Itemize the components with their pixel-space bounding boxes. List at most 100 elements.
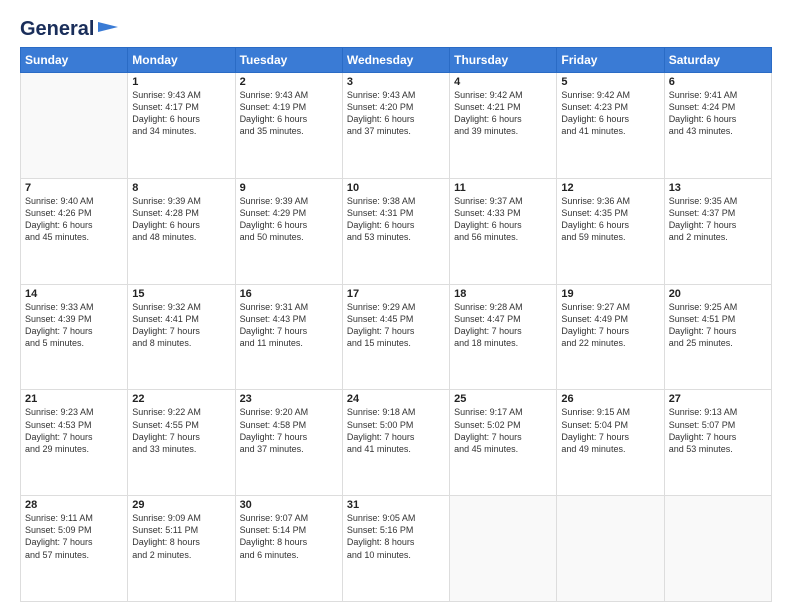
day-number: 25	[454, 393, 552, 405]
day-info: Sunrise: 9:33 AM Sunset: 4:39 PM Dayligh…	[25, 301, 123, 350]
calendar-cell: 30Sunrise: 9:07 AM Sunset: 5:14 PM Dayli…	[235, 496, 342, 602]
logo-flag-icon	[96, 22, 118, 38]
day-number: 15	[132, 288, 230, 300]
page-container: General SundayMondayTuesdayWednesdayThur…	[0, 0, 792, 612]
calendar-cell: 10Sunrise: 9:38 AM Sunset: 4:31 PM Dayli…	[342, 178, 449, 284]
calendar-cell: 11Sunrise: 9:37 AM Sunset: 4:33 PM Dayli…	[450, 178, 557, 284]
calendar-cell: 5Sunrise: 9:42 AM Sunset: 4:23 PM Daylig…	[557, 73, 664, 179]
calendar-week-2: 14Sunrise: 9:33 AM Sunset: 4:39 PM Dayli…	[21, 284, 772, 390]
day-number: 28	[25, 499, 123, 511]
calendar-week-0: 1Sunrise: 9:43 AM Sunset: 4:17 PM Daylig…	[21, 73, 772, 179]
calendar-cell: 9Sunrise: 9:39 AM Sunset: 4:29 PM Daylig…	[235, 178, 342, 284]
col-header-friday: Friday	[557, 48, 664, 73]
calendar-cell: 28Sunrise: 9:11 AM Sunset: 5:09 PM Dayli…	[21, 496, 128, 602]
day-info: Sunrise: 9:27 AM Sunset: 4:49 PM Dayligh…	[561, 301, 659, 350]
day-info: Sunrise: 9:35 AM Sunset: 4:37 PM Dayligh…	[669, 195, 767, 244]
day-number: 2	[240, 76, 338, 88]
day-number: 11	[454, 182, 552, 194]
calendar-cell: 7Sunrise: 9:40 AM Sunset: 4:26 PM Daylig…	[21, 178, 128, 284]
calendar-cell: 16Sunrise: 9:31 AM Sunset: 4:43 PM Dayli…	[235, 284, 342, 390]
day-info: Sunrise: 9:42 AM Sunset: 4:23 PM Dayligh…	[561, 89, 659, 138]
calendar-cell: 3Sunrise: 9:43 AM Sunset: 4:20 PM Daylig…	[342, 73, 449, 179]
calendar-cell: 17Sunrise: 9:29 AM Sunset: 4:45 PM Dayli…	[342, 284, 449, 390]
calendar-header-row: SundayMondayTuesdayWednesdayThursdayFrid…	[21, 48, 772, 73]
day-number: 23	[240, 393, 338, 405]
day-number: 30	[240, 499, 338, 511]
calendar-cell: 24Sunrise: 9:18 AM Sunset: 5:00 PM Dayli…	[342, 390, 449, 496]
calendar-cell: 21Sunrise: 9:23 AM Sunset: 4:53 PM Dayli…	[21, 390, 128, 496]
day-number: 16	[240, 288, 338, 300]
day-info: Sunrise: 9:18 AM Sunset: 5:00 PM Dayligh…	[347, 406, 445, 455]
day-info: Sunrise: 9:13 AM Sunset: 5:07 PM Dayligh…	[669, 406, 767, 455]
day-number: 31	[347, 499, 445, 511]
calendar-week-3: 21Sunrise: 9:23 AM Sunset: 4:53 PM Dayli…	[21, 390, 772, 496]
calendar-cell: 14Sunrise: 9:33 AM Sunset: 4:39 PM Dayli…	[21, 284, 128, 390]
day-number: 5	[561, 76, 659, 88]
day-info: Sunrise: 9:39 AM Sunset: 4:29 PM Dayligh…	[240, 195, 338, 244]
day-number: 22	[132, 393, 230, 405]
day-number: 13	[669, 182, 767, 194]
day-info: Sunrise: 9:39 AM Sunset: 4:28 PM Dayligh…	[132, 195, 230, 244]
calendar-cell: 12Sunrise: 9:36 AM Sunset: 4:35 PM Dayli…	[557, 178, 664, 284]
day-info: Sunrise: 9:23 AM Sunset: 4:53 PM Dayligh…	[25, 406, 123, 455]
calendar-cell: 4Sunrise: 9:42 AM Sunset: 4:21 PM Daylig…	[450, 73, 557, 179]
day-number: 24	[347, 393, 445, 405]
day-info: Sunrise: 9:20 AM Sunset: 4:58 PM Dayligh…	[240, 406, 338, 455]
day-info: Sunrise: 9:25 AM Sunset: 4:51 PM Dayligh…	[669, 301, 767, 350]
day-number: 7	[25, 182, 123, 194]
day-number: 27	[669, 393, 767, 405]
calendar-cell: 23Sunrise: 9:20 AM Sunset: 4:58 PM Dayli…	[235, 390, 342, 496]
day-number: 26	[561, 393, 659, 405]
col-header-sunday: Sunday	[21, 48, 128, 73]
calendar-cell	[450, 496, 557, 602]
day-info: Sunrise: 9:37 AM Sunset: 4:33 PM Dayligh…	[454, 195, 552, 244]
calendar-cell: 18Sunrise: 9:28 AM Sunset: 4:47 PM Dayli…	[450, 284, 557, 390]
calendar-cell: 19Sunrise: 9:27 AM Sunset: 4:49 PM Dayli…	[557, 284, 664, 390]
day-number: 14	[25, 288, 123, 300]
calendar-week-1: 7Sunrise: 9:40 AM Sunset: 4:26 PM Daylig…	[21, 178, 772, 284]
calendar-cell	[557, 496, 664, 602]
calendar-cell: 22Sunrise: 9:22 AM Sunset: 4:55 PM Dayli…	[128, 390, 235, 496]
col-header-monday: Monday	[128, 48, 235, 73]
day-info: Sunrise: 9:28 AM Sunset: 4:47 PM Dayligh…	[454, 301, 552, 350]
day-info: Sunrise: 9:22 AM Sunset: 4:55 PM Dayligh…	[132, 406, 230, 455]
calendar-cell: 8Sunrise: 9:39 AM Sunset: 4:28 PM Daylig…	[128, 178, 235, 284]
day-number: 19	[561, 288, 659, 300]
calendar-cell: 1Sunrise: 9:43 AM Sunset: 4:17 PM Daylig…	[128, 73, 235, 179]
day-number: 1	[132, 76, 230, 88]
day-number: 10	[347, 182, 445, 194]
day-info: Sunrise: 9:43 AM Sunset: 4:19 PM Dayligh…	[240, 89, 338, 138]
col-header-saturday: Saturday	[664, 48, 771, 73]
calendar-cell: 25Sunrise: 9:17 AM Sunset: 5:02 PM Dayli…	[450, 390, 557, 496]
logo-general: General	[20, 18, 94, 41]
day-number: 3	[347, 76, 445, 88]
day-info: Sunrise: 9:43 AM Sunset: 4:20 PM Dayligh…	[347, 89, 445, 138]
calendar-cell: 13Sunrise: 9:35 AM Sunset: 4:37 PM Dayli…	[664, 178, 771, 284]
calendar-cell: 15Sunrise: 9:32 AM Sunset: 4:41 PM Dayli…	[128, 284, 235, 390]
day-number: 20	[669, 288, 767, 300]
day-number: 12	[561, 182, 659, 194]
day-info: Sunrise: 9:09 AM Sunset: 5:11 PM Dayligh…	[132, 512, 230, 561]
col-header-tuesday: Tuesday	[235, 48, 342, 73]
calendar-cell: 6Sunrise: 9:41 AM Sunset: 4:24 PM Daylig…	[664, 73, 771, 179]
day-info: Sunrise: 9:36 AM Sunset: 4:35 PM Dayligh…	[561, 195, 659, 244]
day-info: Sunrise: 9:43 AM Sunset: 4:17 PM Dayligh…	[132, 89, 230, 138]
day-info: Sunrise: 9:40 AM Sunset: 4:26 PM Dayligh…	[25, 195, 123, 244]
day-info: Sunrise: 9:38 AM Sunset: 4:31 PM Dayligh…	[347, 195, 445, 244]
day-number: 8	[132, 182, 230, 194]
calendar-cell: 29Sunrise: 9:09 AM Sunset: 5:11 PM Dayli…	[128, 496, 235, 602]
day-number: 18	[454, 288, 552, 300]
day-number: 17	[347, 288, 445, 300]
day-number: 9	[240, 182, 338, 194]
calendar-cell: 20Sunrise: 9:25 AM Sunset: 4:51 PM Dayli…	[664, 284, 771, 390]
logo: General	[20, 18, 118, 37]
day-info: Sunrise: 9:05 AM Sunset: 5:16 PM Dayligh…	[347, 512, 445, 561]
day-number: 29	[132, 499, 230, 511]
day-info: Sunrise: 9:31 AM Sunset: 4:43 PM Dayligh…	[240, 301, 338, 350]
header: General	[20, 18, 772, 37]
day-info: Sunrise: 9:17 AM Sunset: 5:02 PM Dayligh…	[454, 406, 552, 455]
col-header-thursday: Thursday	[450, 48, 557, 73]
day-info: Sunrise: 9:41 AM Sunset: 4:24 PM Dayligh…	[669, 89, 767, 138]
day-info: Sunrise: 9:42 AM Sunset: 4:21 PM Dayligh…	[454, 89, 552, 138]
col-header-wednesday: Wednesday	[342, 48, 449, 73]
